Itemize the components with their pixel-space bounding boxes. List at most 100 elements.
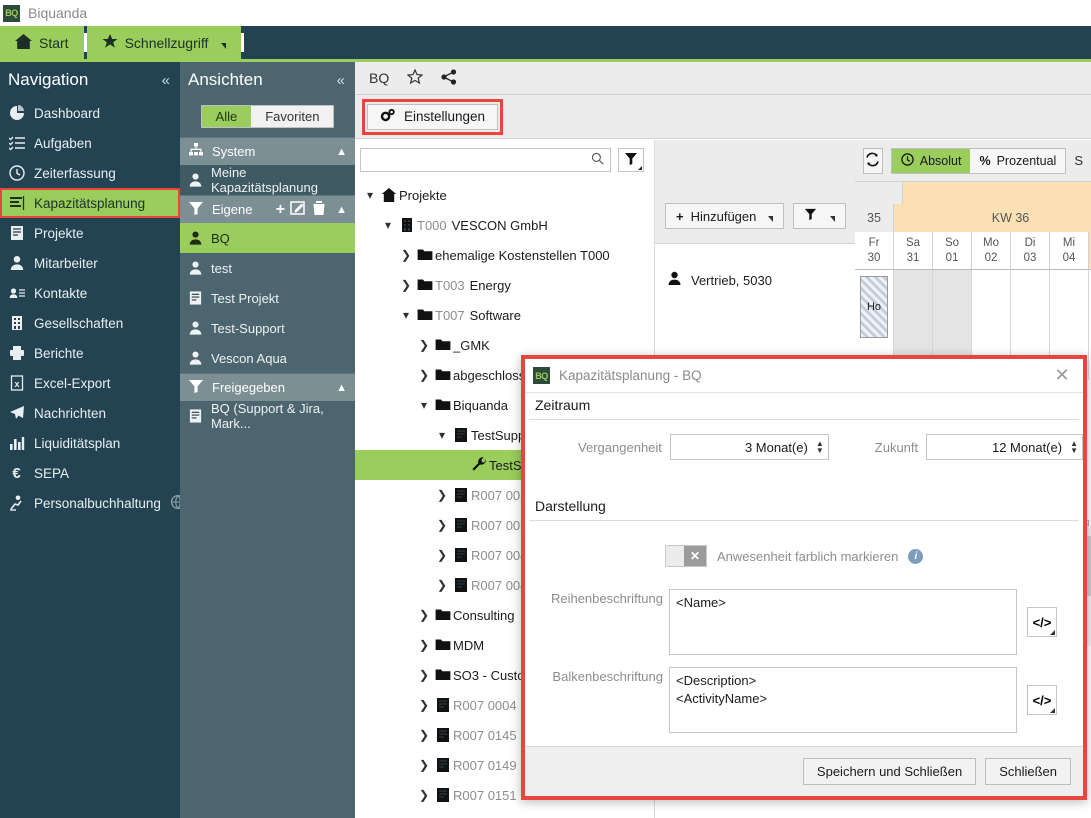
view-item-vescon-aqua[interactable]: Vescon Aqua bbox=[180, 343, 355, 373]
views-group-eigene[interactable]: Eigene + ▲ bbox=[180, 195, 355, 223]
anwesenheit-checkbox[interactable]: ✕ bbox=[665, 545, 707, 567]
view-item-bq[interactable]: BQ bbox=[180, 223, 355, 253]
plus-icon[interactable]: + bbox=[276, 201, 285, 219]
resource-filter-button[interactable] bbox=[793, 203, 847, 229]
dropdown-caret-icon[interactable] bbox=[638, 166, 642, 170]
sidebar-item-aufgaben[interactable]: Aufgaben bbox=[0, 128, 180, 158]
tree-twisty-right-icon[interactable]: ❯ bbox=[433, 578, 451, 592]
sidebar-item-kapazit-tsplanung[interactable]: Kapazitätsplanung bbox=[0, 188, 180, 218]
tab-favoriten[interactable]: Favoriten bbox=[251, 106, 334, 127]
chevron-up-icon[interactable]: ▲ bbox=[336, 204, 347, 216]
chevron-down-icon[interactable] bbox=[830, 215, 836, 222]
view-item-meine-kapazit-tsplanung[interactable]: Meine Kapazitätsplanung bbox=[180, 165, 355, 195]
chevron-down-icon[interactable] bbox=[768, 215, 774, 222]
close-button[interactable]: Schließen bbox=[985, 758, 1071, 785]
tree-twisty-right-icon[interactable]: ❯ bbox=[415, 338, 433, 352]
star-outline-icon[interactable] bbox=[406, 68, 424, 87]
sidebar-item-kontakte[interactable]: Kontakte bbox=[0, 278, 180, 308]
view-item-test-support[interactable]: Test-Support bbox=[180, 313, 355, 343]
tab-alle[interactable]: Alle bbox=[201, 106, 252, 127]
settings-button[interactable]: Einstellungen bbox=[361, 98, 504, 135]
tree-twisty-down-icon[interactable]: ▾ bbox=[361, 188, 379, 202]
tree-twisty-right-icon[interactable]: ❯ bbox=[433, 518, 451, 532]
row-label-input[interactable] bbox=[669, 589, 1017, 655]
person-icon bbox=[188, 230, 203, 246]
sidebar-item-personalbuchhaltung[interactable]: Personalbuchhaltung bbox=[0, 488, 185, 518]
tree-filter-button[interactable] bbox=[618, 148, 644, 172]
chevron-up-icon[interactable]: ▲ bbox=[336, 382, 347, 394]
add-resource-button[interactable]: + Hinzufügen bbox=[665, 203, 785, 229]
sidebar-item-zeiterfassung[interactable]: Zeiterfassung bbox=[0, 158, 180, 188]
chevron-up-icon[interactable]: ▲ bbox=[336, 146, 347, 158]
tree-node[interactable]: ❯ T003 Energy bbox=[355, 270, 654, 300]
edit-icon[interactable] bbox=[290, 200, 306, 219]
tree-twisty-down-icon[interactable]: ▾ bbox=[379, 218, 397, 232]
resource-row[interactable]: Vertrieb, 5030 bbox=[655, 262, 855, 298]
view-item-test-projekt[interactable]: Test Projekt bbox=[180, 283, 355, 313]
refresh-button[interactable] bbox=[863, 147, 883, 174]
view-item-test[interactable]: test bbox=[180, 253, 355, 283]
tree-node[interactable]: ▾ T007 Software bbox=[355, 300, 654, 330]
calendar-week-label: 35 bbox=[855, 204, 894, 232]
views-group-actions: + ▲ bbox=[276, 200, 347, 219]
tree-twisty-right-icon[interactable]: ❯ bbox=[415, 758, 433, 772]
sidebar-item-projekte[interactable]: Projekte bbox=[0, 218, 180, 248]
sidebar-item-gesellschaften[interactable]: Gesellschaften bbox=[0, 308, 180, 338]
search-input[interactable] bbox=[367, 153, 591, 167]
sidebar-item-sepa[interactable]: € SEPA bbox=[0, 458, 180, 488]
mode-absolut[interactable]: Absolut bbox=[891, 148, 971, 173]
tree-twisty-down-icon[interactable]: ▾ bbox=[397, 308, 415, 322]
spinner-arrows-icon[interactable]: ▲ ▼ bbox=[816, 440, 824, 455]
calendar-event-holiday[interactable]: Ho bbox=[860, 276, 888, 338]
tab-start[interactable]: Start bbox=[0, 26, 84, 59]
views-group-freigegeben[interactable]: Freigegeben ▲ bbox=[180, 373, 355, 401]
view-item-label: Test Projekt bbox=[211, 290, 279, 306]
tree-node[interactable]: ▾ T000 VESCON GmbH bbox=[355, 210, 654, 240]
tree-twisty-down-icon[interactable]: ▾ bbox=[415, 398, 433, 412]
mode-overflow-label[interactable]: S bbox=[1074, 153, 1083, 168]
info-icon[interactable]: i bbox=[908, 548, 924, 564]
view-item-bq-support-jira-mark-[interactable]: BQ (Support & Jira, Mark... bbox=[180, 401, 355, 431]
spinner-arrows-icon[interactable]: ▲ ▼ bbox=[1070, 440, 1078, 455]
bar-label-input[interactable] bbox=[669, 667, 1017, 733]
tree-node[interactable]: ▾ Projekte bbox=[355, 180, 654, 210]
future-stepper[interactable]: 12 Monat(e) ▲ ▼ bbox=[926, 434, 1083, 460]
tree-twisty-right-icon[interactable]: ❯ bbox=[415, 608, 433, 622]
row-label-code-button[interactable]: </> bbox=[1027, 607, 1057, 637]
search-icon[interactable] bbox=[591, 152, 604, 168]
sidebar-item-dashboard[interactable]: Dashboard bbox=[0, 98, 180, 128]
tree-node[interactable]: ❯R007 0155Un bbox=[355, 810, 654, 818]
save-and-close-button[interactable]: Speichern und Schließen bbox=[802, 758, 977, 785]
tree-twisty-right-icon[interactable]: ❯ bbox=[415, 698, 433, 712]
chevron-down-icon[interactable] bbox=[221, 42, 227, 49]
sidebar-item-berichte[interactable]: Berichte bbox=[0, 338, 180, 368]
views-group-system[interactable]: System ▲ bbox=[180, 137, 355, 165]
sidebar-item-liquidit-tsplan[interactable]: Liquiditätsplan bbox=[0, 428, 180, 458]
mode-prozentual[interactable]: % Prozentual bbox=[970, 148, 1066, 173]
tree-twisty-right-icon[interactable]: ❯ bbox=[415, 368, 433, 382]
tree-twisty-right-icon[interactable]: ❯ bbox=[415, 638, 433, 652]
tree-twisty-right-icon[interactable]: ❯ bbox=[415, 728, 433, 742]
search-box[interactable] bbox=[360, 148, 611, 172]
sidebar-item-excel-export[interactable]: x Excel-Export bbox=[0, 368, 180, 398]
tab-schnellzugriff[interactable]: Schnellzugriff bbox=[86, 26, 242, 59]
trash-icon[interactable] bbox=[311, 200, 327, 219]
sidebar-item-nachrichten[interactable]: Nachrichten bbox=[0, 398, 180, 428]
sidebar-item-mitarbeiter[interactable]: Mitarbeiter bbox=[0, 248, 180, 278]
bar-label-code-button[interactable]: </> bbox=[1027, 685, 1057, 715]
tree-twisty-right-icon[interactable]: ❯ bbox=[415, 788, 433, 802]
tree-twisty-right-icon[interactable]: ❯ bbox=[415, 668, 433, 682]
share-icon[interactable] bbox=[441, 68, 457, 88]
close-icon[interactable]: ✕ bbox=[1049, 365, 1075, 386]
tree-twisty-down-icon[interactable]: ▾ bbox=[433, 428, 451, 442]
past-stepper[interactable]: 3 Monat(e) ▲ ▼ bbox=[669, 434, 829, 460]
folder-icon bbox=[415, 277, 435, 293]
chevron-double-left-icon[interactable]: « bbox=[162, 72, 170, 89]
tree-node[interactable]: ❯ ehemalige Kostenstellen T000 bbox=[355, 240, 654, 270]
person-icon bbox=[188, 260, 203, 276]
tree-twisty-right-icon[interactable]: ❯ bbox=[397, 278, 415, 292]
tree-twisty-right-icon[interactable]: ❯ bbox=[433, 548, 451, 562]
chevron-double-left-icon[interactable]: « bbox=[337, 72, 345, 89]
tree-twisty-right-icon[interactable]: ❯ bbox=[397, 248, 415, 262]
tree-twisty-right-icon[interactable]: ❯ bbox=[433, 488, 451, 502]
